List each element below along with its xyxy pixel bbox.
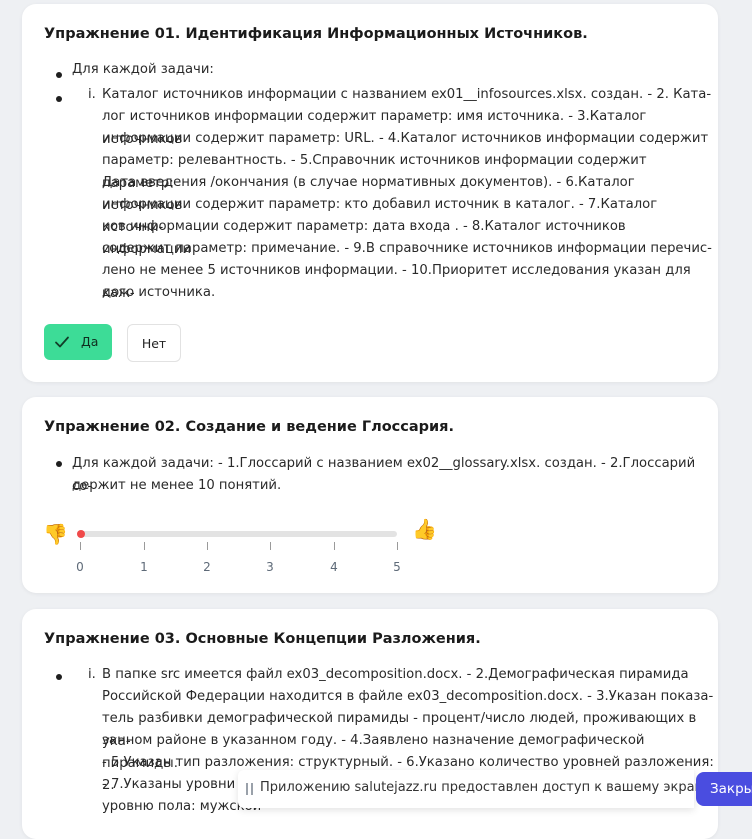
exercise-2-line: держит не менее 10 понятий. [72, 478, 282, 493]
scale-tick [207, 542, 208, 550]
exercise-card-1: Упражнение 01. Идентификация Информацион… [22, 4, 718, 382]
exercise-1-line: дого источника. [102, 285, 216, 300]
screen-share-toast: Приложению salutejazz.ru предоставлен до… [238, 770, 715, 808]
exercise-1-line: информации содержит параметр: URL. - 4.К… [102, 131, 709, 146]
scale-tick [334, 542, 335, 550]
screen-share-message: Приложению salutejazz.ru предоставлен до… [260, 780, 715, 795]
scale-tick [80, 542, 81, 550]
rating-slider-track[interactable] [77, 531, 397, 537]
scale-label: 0 [76, 560, 84, 574]
bullet [56, 461, 62, 467]
bullet [56, 96, 62, 102]
scale-label: 3 [266, 560, 274, 574]
yes-button[interactable]: Да [44, 324, 112, 360]
scale-label: 1 [140, 560, 148, 574]
no-button-label: Нет [141, 335, 167, 351]
check-icon [55, 336, 69, 348]
bullet [56, 674, 62, 680]
exercise-1-bullet-text: Для каждой задачи: [72, 62, 214, 77]
scale-tick [270, 542, 271, 550]
roman-numeral: i. [88, 87, 96, 102]
exercise-card-2: Упражнение 02. Создание и ведение Глосса… [22, 397, 718, 593]
scale-label: 2 [203, 560, 211, 574]
scale-tick [144, 542, 145, 550]
pause-icon [246, 783, 255, 795]
exercise-1-line: Каталог источников информации с название… [102, 87, 712, 102]
close-toast-button[interactable]: Закры [696, 772, 752, 806]
exercise-2-title: Упражнение 02. Создание и ведение Глосса… [44, 419, 455, 435]
rating-slider-thumb[interactable] [77, 530, 85, 538]
scale-label: 4 [330, 560, 338, 574]
exercise-3-line: В папке src имеется файл ex03_decomposit… [102, 667, 689, 682]
roman-numeral: i. [88, 667, 96, 682]
exercise-1-line: содержит параметр: примечание. - 9.В спр… [102, 241, 712, 256]
thumbs-up-icon[interactable]: 👍 [412, 519, 437, 539]
scale-tick [397, 542, 398, 550]
yes-button-label: Да [81, 334, 99, 349]
scale-label: 5 [393, 560, 401, 574]
exercise-1-title: Упражнение 01. Идентификация Информацион… [44, 26, 588, 42]
bullet [56, 72, 62, 78]
exercise-3-line: Российской Федерации находится в файле e… [102, 689, 714, 704]
no-button[interactable]: Нет [127, 324, 181, 362]
thumbs-down-icon[interactable]: 👎 [43, 524, 68, 544]
exercise-3-title: Упражнение 03. Основные Концепции Разлож… [44, 631, 481, 647]
